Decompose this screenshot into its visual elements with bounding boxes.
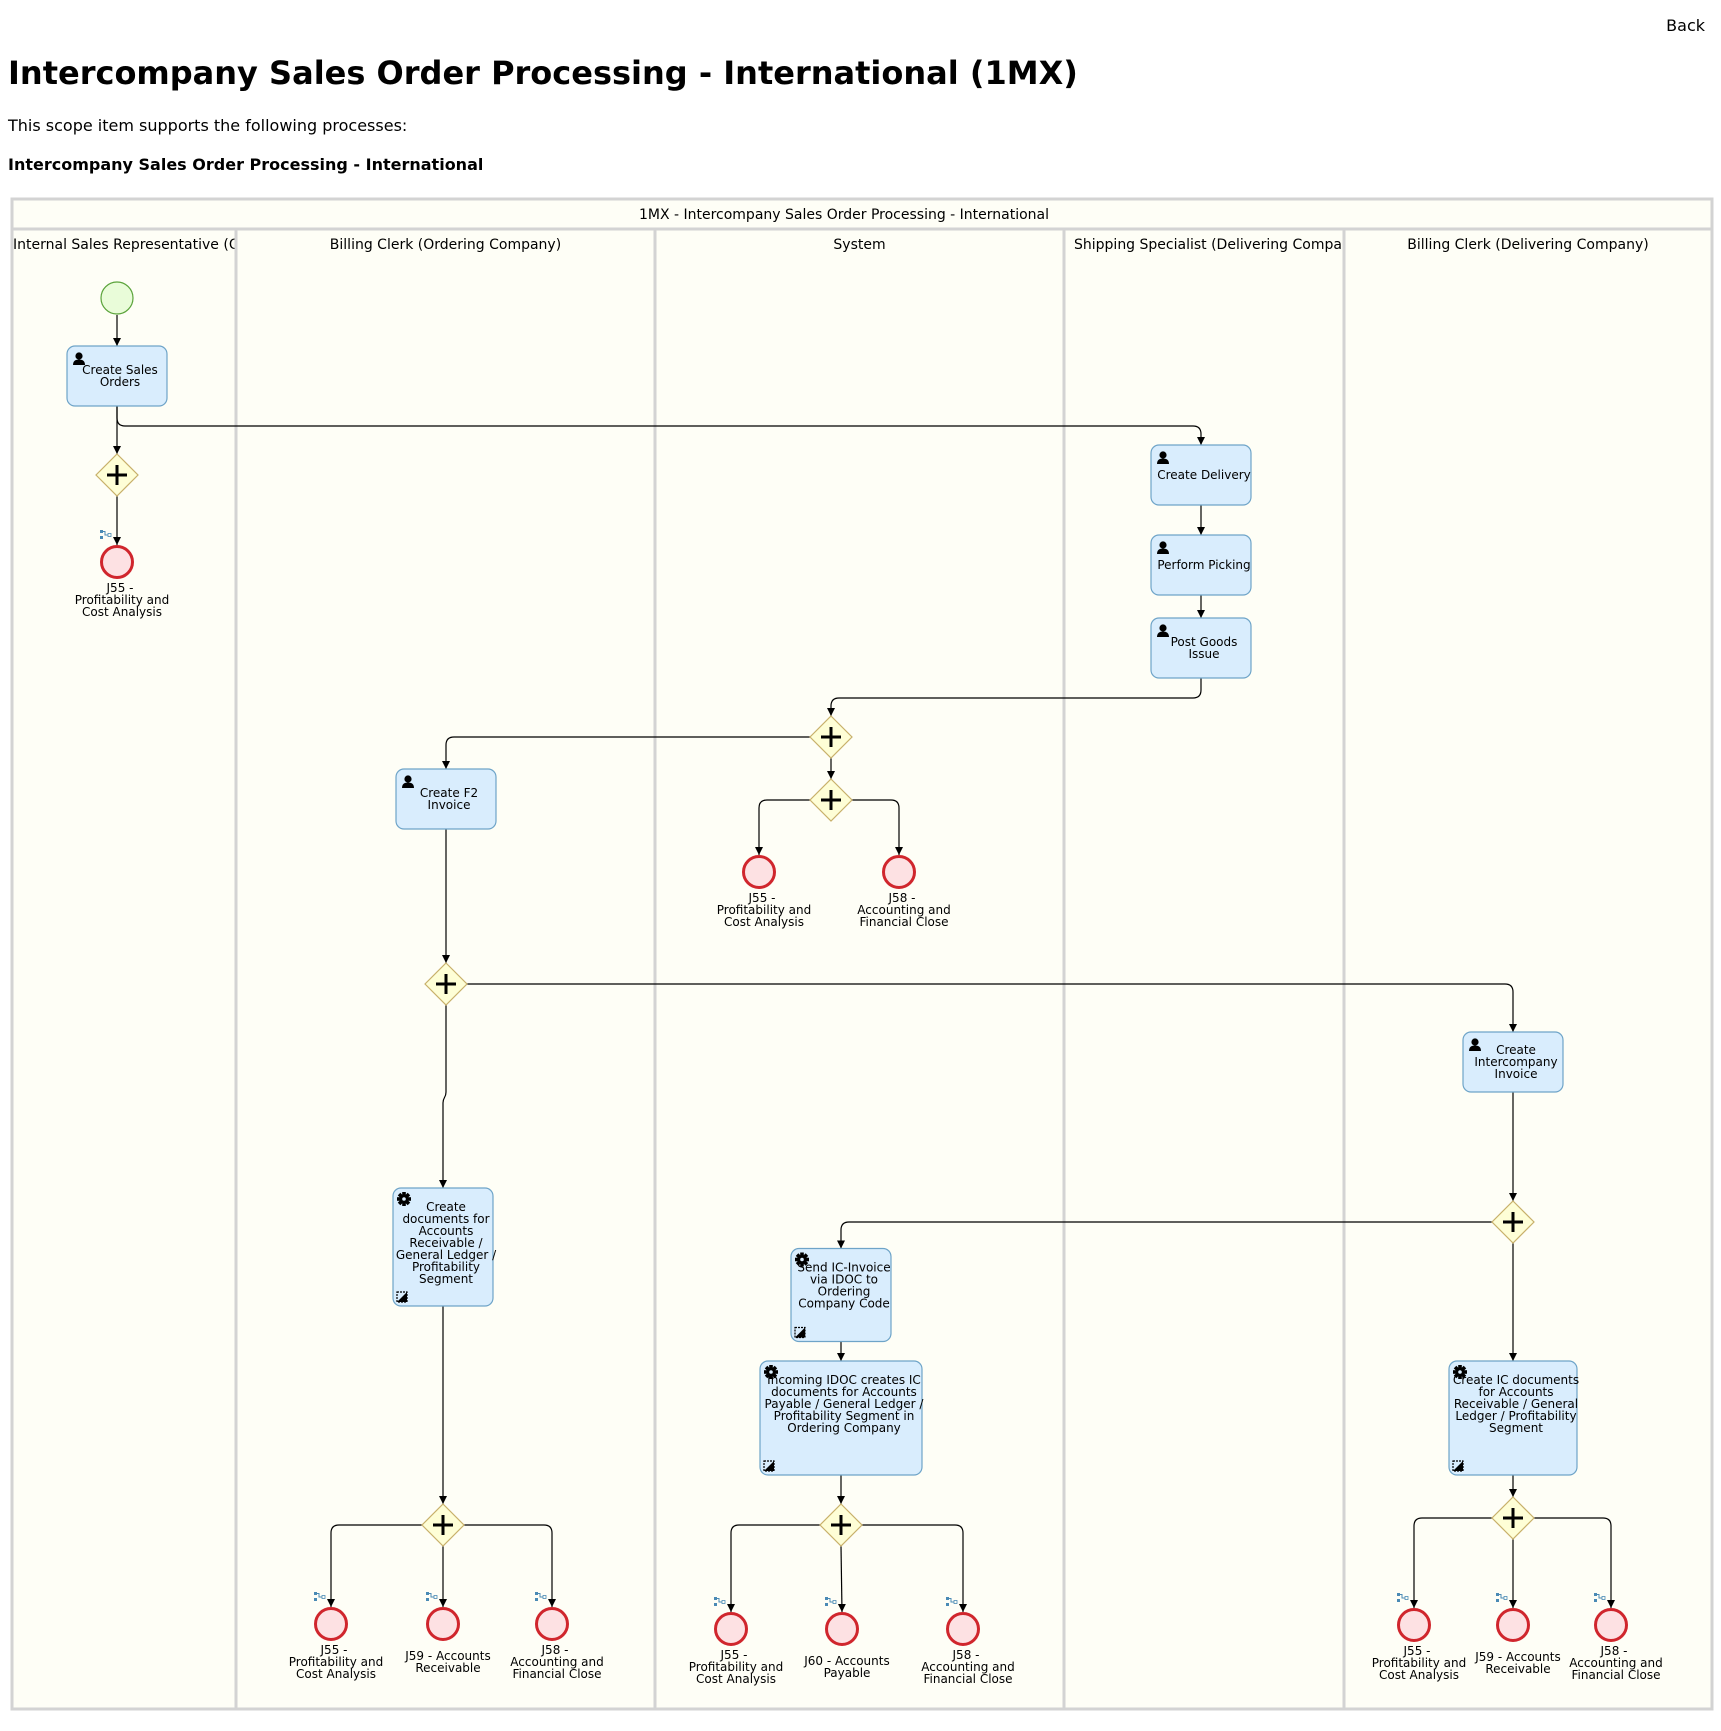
end-event-circle[interactable] bbox=[535, 1607, 569, 1641]
start-event-circle[interactable] bbox=[100, 281, 134, 315]
end-event-circle[interactable] bbox=[1594, 1608, 1628, 1642]
end-event-circle[interactable] bbox=[742, 855, 776, 889]
task-label: Perform Picking bbox=[1157, 558, 1250, 572]
gear-icon bbox=[397, 1192, 411, 1206]
user-task-t_cso[interactable]: Create Sales Orders bbox=[66, 345, 168, 407]
start-start[interactable] bbox=[100, 281, 134, 315]
user-task-t_pp[interactable]: Perform Picking bbox=[1150, 534, 1252, 596]
user-task-t_cd[interactable]: Create Delivery bbox=[1150, 444, 1252, 506]
end-event-circle[interactable] bbox=[1496, 1608, 1530, 1642]
end-event-circle[interactable] bbox=[426, 1607, 460, 1641]
lane-header-ssd: Shipping Specialist (Delivering Company) bbox=[1074, 237, 1365, 253]
user-task-t_f2[interactable]: Create F2 Invoice bbox=[395, 768, 497, 830]
task-label: Incoming IDOC creates IC documents for Ac… bbox=[765, 1373, 925, 1435]
lane-header-bcd: Billing Clerk (Delivering Company) bbox=[1407, 237, 1648, 253]
user-task-t_pgi[interactable]: Post Goods Issue bbox=[1150, 617, 1252, 679]
service-task-t_icdoc[interactable]: Create IC documents for Accounts Receivabl… bbox=[1448, 1360, 1579, 1476]
end-event-circle[interactable] bbox=[882, 855, 916, 889]
service-task-t_send[interactable]: Send IC-Invoice via IDOC to Ordering Compan… bbox=[790, 1247, 892, 1343]
end-event-label: J59 - Accounts Receivable bbox=[404, 1649, 490, 1675]
lane-header-bco: Billing Clerk (Ordering Company) bbox=[330, 237, 561, 253]
task-label: Create F2 Invoice bbox=[420, 786, 478, 812]
end-event-circle[interactable] bbox=[314, 1607, 348, 1641]
lane-header-sys: System bbox=[833, 237, 885, 253]
service-task-t_cdar[interactable]: Create documents for Accounts Receivable / G… bbox=[392, 1187, 497, 1307]
service-task-t_inc[interactable]: Incoming IDOC creates IC documents for Ac… bbox=[759, 1360, 925, 1476]
end-event-circle[interactable] bbox=[946, 1612, 980, 1646]
end-event-label: J59 - Accounts Receivable bbox=[1474, 1650, 1560, 1676]
end-event-circle[interactable] bbox=[100, 545, 134, 579]
user-task-t_ici[interactable]: Create Intercompany Invoice bbox=[1462, 1031, 1564, 1093]
end-event-circle[interactable] bbox=[825, 1612, 859, 1646]
task-label: Send IC-Invoice via IDOC to Ordering Compan… bbox=[797, 1261, 890, 1311]
end-event-circle[interactable] bbox=[714, 1612, 748, 1646]
pool-title: 1MX - Intercompany Sales Order Processin… bbox=[639, 207, 1049, 223]
end-event-circle[interactable] bbox=[1397, 1608, 1431, 1642]
bpmn-diagram: 1MX - Intercompany Sales Order Processin… bbox=[10, 197, 1714, 1711]
task-label: Create Delivery bbox=[1157, 468, 1251, 482]
